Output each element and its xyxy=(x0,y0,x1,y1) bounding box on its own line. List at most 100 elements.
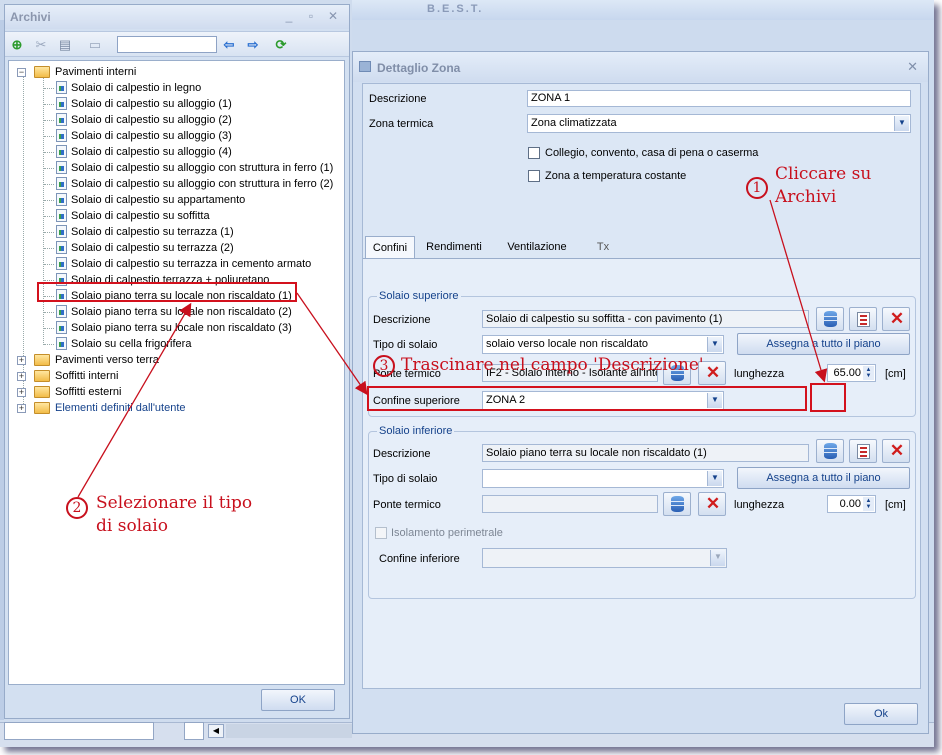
delete-icon: ✕ xyxy=(889,309,905,328)
spin-down-icon[interactable]: ▼ xyxy=(863,503,874,511)
maximize-icon[interactable]: ▫ xyxy=(303,8,319,24)
arrow-right-icon[interactable]: ⇨ xyxy=(243,35,263,55)
temperatura-costante-checkbox[interactable] xyxy=(528,170,540,182)
tab-tx[interactable]: Tx xyxy=(583,236,623,258)
tree-item[interactable]: Solaio di calpestio su alloggio con stru… xyxy=(39,176,339,192)
sup-assegna-button[interactable]: Assegna a tutto il piano xyxy=(737,333,910,355)
tree-item[interactable]: Solaio di calpestio su terrazza (2) xyxy=(39,240,339,256)
document-icon xyxy=(56,241,67,254)
tab-confini[interactable]: Confini xyxy=(365,236,415,258)
tree-item[interactable]: Solaio di calpestio su alloggio con stru… xyxy=(39,160,339,176)
sup-tipo-select[interactable]: solaio verso locale non riscaldato ▼ xyxy=(482,335,724,354)
inf-ponte-archivi-button[interactable] xyxy=(663,492,691,516)
document-icon xyxy=(56,209,67,222)
inf-tipo-select[interactable]: ▼ xyxy=(482,469,724,488)
document-icon xyxy=(56,305,67,318)
sup-descrizione-field[interactable]: Solaio di calpestio su soffitta - con pa… xyxy=(482,310,809,328)
tree-item[interactable]: Solaio di calpestio su soffitta xyxy=(39,208,339,224)
archivi-tree: − Pavimenti interni Solaio di calpestio … xyxy=(8,60,345,685)
expand-icon[interactable]: + xyxy=(17,388,26,397)
cut-icon[interactable]: ✂ xyxy=(31,35,51,55)
sup-details-button[interactable] xyxy=(849,307,877,331)
dettaglio-ok-button[interactable]: Ok xyxy=(844,703,918,725)
tree-item-label: Solaio di calpestio su terrazza (1) xyxy=(71,226,234,238)
zona-termica-select[interactable]: Zona climatizzata ▼ xyxy=(527,114,911,133)
tree-root-soffitti-interni[interactable]: + Soffitti interni xyxy=(15,368,335,384)
tree-connector xyxy=(44,312,54,313)
tree-root-pavimenti-interni[interactable]: − Pavimenti interni xyxy=(15,64,335,80)
inf-ponte-field[interactable] xyxy=(482,495,658,513)
sup-lunghezza-spinner[interactable]: 65.00 ▲ ▼ xyxy=(827,364,876,382)
chevron-down-icon[interactable]: ▼ xyxy=(707,337,722,352)
chevron-down-icon[interactable]: ▼ xyxy=(710,550,725,566)
tree-item-label: Solaio su cella frigorifera xyxy=(71,338,192,350)
tree-item[interactable]: Solaio piano terra su locale non riscald… xyxy=(39,304,339,320)
tab-ventilazione[interactable]: Ventilazione xyxy=(495,236,579,258)
tree-root-pavimenti-verso-terra[interactable]: + Pavimenti verso terra xyxy=(15,352,335,368)
status-field[interactable] xyxy=(4,722,154,740)
inf-tipo-label: Tipo di solaio xyxy=(373,473,438,485)
copy-icon[interactable]: ▤ xyxy=(55,35,75,55)
arrow-left-icon[interactable]: ⇦ xyxy=(219,35,239,55)
folder-open-icon xyxy=(34,66,50,78)
close-icon[interactable]: ✕ xyxy=(325,8,341,24)
tree-item[interactable]: Solaio piano terra su locale non riscald… xyxy=(39,320,339,336)
sup-archivi-button[interactable] xyxy=(816,307,844,331)
status-field-small[interactable] xyxy=(184,722,204,740)
tree-item[interactable]: Solaio di calpestio su appartamento xyxy=(39,192,339,208)
tree-item[interactable]: Solaio di calpestio su alloggio (2) xyxy=(39,112,339,128)
collapse-icon[interactable]: − xyxy=(17,68,26,77)
document-icon xyxy=(56,257,67,270)
paste-icon[interactable]: ▭ xyxy=(85,35,105,55)
tree-item[interactable]: Solaio su cella frigorifera xyxy=(39,336,339,352)
descrizione-input[interactable]: ZONA 1 xyxy=(527,90,911,107)
highlight-descrizione-field xyxy=(367,386,807,411)
inf-ponte-delete-button[interactable]: ✕ xyxy=(698,492,726,516)
horizontal-scrollbar[interactable] xyxy=(226,724,352,738)
document-icon xyxy=(56,145,67,158)
inf-archivi-button[interactable] xyxy=(816,439,844,463)
inf-confine-select[interactable]: ▼ xyxy=(482,548,727,568)
sup-unit: [cm] xyxy=(885,368,906,380)
isolamento-checkbox[interactable] xyxy=(375,527,387,539)
tab-rendimenti[interactable]: Rendimenti xyxy=(421,236,487,258)
scroll-left-icon[interactable]: ◀ xyxy=(208,724,224,738)
tree-item[interactable]: Solaio di calpestio su terrazza (1) xyxy=(39,224,339,240)
sup-delete-button[interactable]: ✕ xyxy=(882,307,910,331)
inf-unit: [cm] xyxy=(885,499,906,511)
tree-item[interactable]: Solaio di calpestio in legno xyxy=(39,80,339,96)
refresh-icon[interactable]: ⟳ xyxy=(271,35,291,55)
tree-item[interactable]: Solaio di calpestio su terrazza in cemen… xyxy=(39,256,339,272)
minimize-icon[interactable]: _ xyxy=(281,8,297,24)
inf-confine-label: Confine inferiore xyxy=(379,553,460,565)
document-icon xyxy=(56,129,67,142)
tree-item[interactable]: Solaio di calpestio su alloggio (1) xyxy=(39,96,339,112)
expand-icon[interactable]: + xyxy=(17,372,26,381)
tree-connector xyxy=(44,120,54,121)
inf-lunghezza-spinner[interactable]: 0.00 ▲ ▼ xyxy=(827,495,876,513)
chevron-down-icon[interactable]: ▼ xyxy=(707,471,722,486)
tree-item[interactable]: Solaio di calpestio su alloggio (3) xyxy=(39,128,339,144)
descrizione-label: Descrizione xyxy=(369,93,427,105)
add-icon[interactable]: ⊕ xyxy=(7,35,27,55)
inf-delete-button[interactable]: ✕ xyxy=(882,439,910,463)
collegio-checkbox[interactable] xyxy=(528,147,540,159)
app-title: B.E.S.T. xyxy=(427,3,484,15)
close-icon[interactable]: ✕ xyxy=(907,59,918,75)
inf-details-button[interactable] xyxy=(849,439,877,463)
sup-tipo-label: Tipo di solaio xyxy=(373,339,438,351)
expand-icon[interactable]: + xyxy=(17,404,26,413)
tree-root-elementi-utente[interactable]: + Elementi definiti dall'utente xyxy=(15,400,335,416)
chevron-down-icon[interactable]: ▼ xyxy=(894,116,909,131)
search-input[interactable] xyxy=(117,36,217,53)
annotation-1-number: 1 xyxy=(746,177,768,199)
inf-assegna-button[interactable]: Assegna a tutto il piano xyxy=(737,467,910,489)
inf-descrizione-field[interactable]: Solaio piano terra su locale non riscald… xyxy=(482,444,809,462)
tree-item[interactable]: Solaio di calpestio su alloggio (4) xyxy=(39,144,339,160)
dettaglio-title: Dettaglio Zona xyxy=(377,61,461,75)
expand-icon[interactable]: + xyxy=(17,356,26,365)
spin-down-icon[interactable]: ▼ xyxy=(863,372,874,380)
tree-connector xyxy=(44,232,54,233)
archivi-ok-button[interactable]: OK xyxy=(261,689,335,711)
tree-root-soffitti-esterni[interactable]: + Soffitti esterni xyxy=(15,384,335,400)
